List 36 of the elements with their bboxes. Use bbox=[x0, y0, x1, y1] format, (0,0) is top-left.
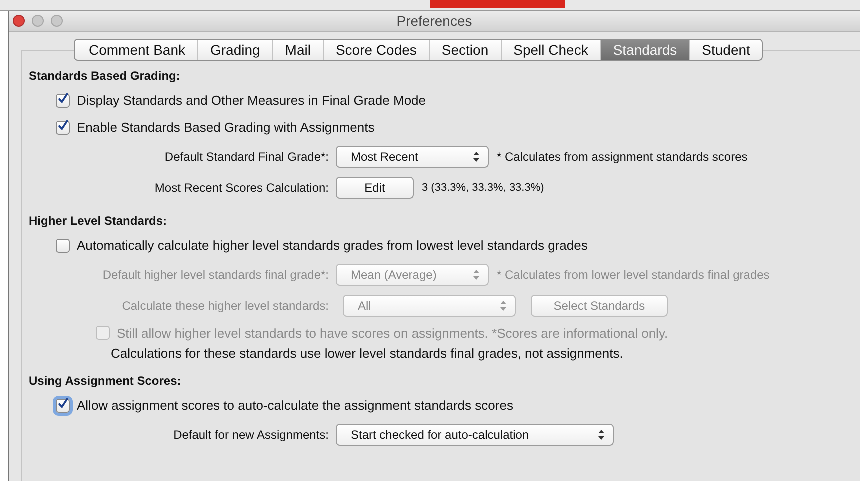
section-heading: Using Assignment Scores: bbox=[29, 374, 182, 388]
checkbox-label: Display Standards and Other Measures in Final Grade Mode bbox=[77, 93, 426, 108]
edit-button[interactable]: Edit bbox=[336, 176, 414, 198]
updown-arrows-icon bbox=[473, 150, 480, 162]
tab[interactable]: Mail bbox=[272, 40, 323, 60]
field-label: Calculate these higher level standards: bbox=[122, 298, 329, 312]
info-text: Calculations for these standards use lower level standards final grades, not assignments. bbox=[110, 345, 624, 363]
tab[interactable]: Score Codes bbox=[322, 40, 429, 60]
checkbox-label: Allow assignment scores to auto-calculate the assignment standards scores bbox=[77, 398, 514, 413]
checkbox-label: Automatically calculate higher level standards grades from lowest level standards grades bbox=[77, 238, 588, 253]
checkbox-label: Still allow higher level standards to have scores on assignments. *Scores are informational only. bbox=[117, 326, 668, 340]
tab[interactable]: Grading bbox=[197, 40, 272, 60]
hint-text: 3 (33.3%, 33.3%, 33.3%) bbox=[422, 182, 544, 194]
dropdown[interactable]: Most Recent bbox=[336, 146, 489, 168]
window-title: Preferences bbox=[396, 13, 472, 29]
tab[interactable]: Comment Bank bbox=[75, 40, 198, 60]
section-heading: Standards Based Grading: bbox=[29, 69, 180, 83]
updown-arrows-icon bbox=[473, 268, 480, 280]
field-label: Default higher level standards final grade*: bbox=[102, 268, 329, 282]
dropdown[interactable]: Start checked for auto-calculation bbox=[336, 424, 614, 446]
field-label: Default for new Assignments: bbox=[174, 428, 329, 442]
hint-text: * Calculates from lower level standards final grades bbox=[497, 268, 770, 282]
close-button[interactable] bbox=[13, 15, 25, 27]
section-heading: Higher Level Standards: bbox=[29, 214, 168, 228]
updown-arrows-icon bbox=[598, 428, 605, 440]
updown-arrows-icon bbox=[500, 300, 507, 312]
tab[interactable]: Standards bbox=[600, 40, 690, 60]
field-label: Default Standard Final Grade*: bbox=[164, 150, 329, 164]
checkbox[interactable] bbox=[56, 238, 70, 252]
checkbox[interactable] bbox=[56, 120, 70, 134]
tab[interactable]: Student bbox=[689, 40, 762, 60]
hint-text: * Calculates from assignment standards scores bbox=[497, 150, 748, 164]
checkbox[interactable] bbox=[56, 94, 70, 108]
field-label: Most Recent Scores Calculation: bbox=[154, 180, 329, 194]
tab[interactable]: Section bbox=[428, 40, 501, 60]
checkbox-label: Enable Standards Based Grading with Assignments bbox=[77, 120, 375, 135]
